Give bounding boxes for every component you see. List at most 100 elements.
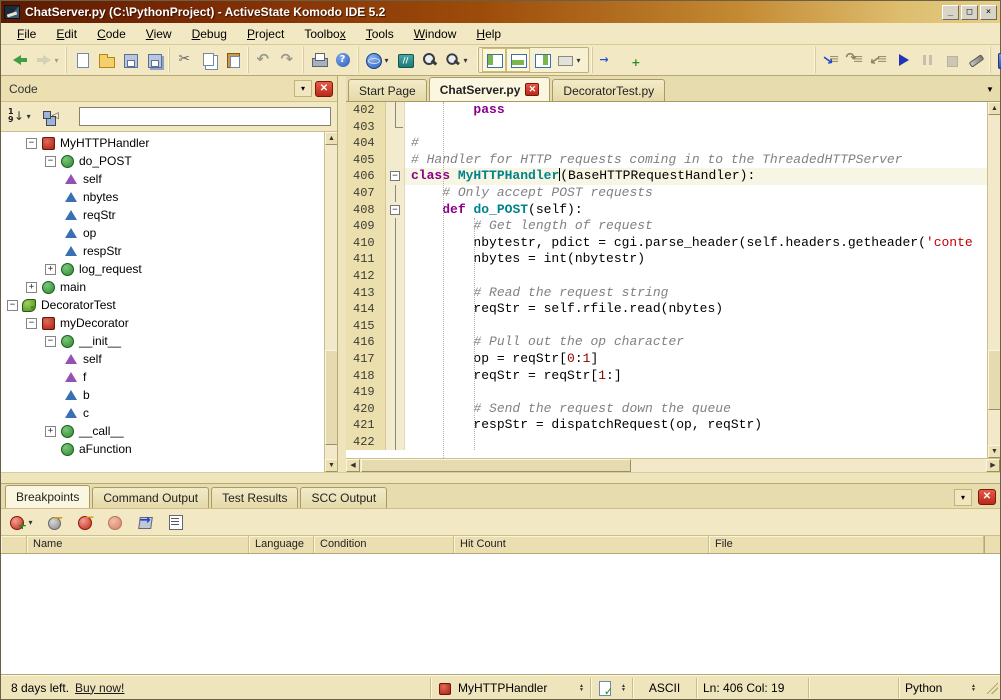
bp-goto-button[interactable] bbox=[133, 510, 157, 534]
current-symbol-selector[interactable]: MyHTTPHandler ▲▼ bbox=[430, 678, 590, 698]
fold-margin[interactable] bbox=[386, 285, 405, 302]
menu-item-debug[interactable]: Debug bbox=[182, 24, 237, 44]
tree-item-nbytes[interactable]: nbytes bbox=[1, 188, 324, 206]
line-number[interactable]: 416 bbox=[346, 334, 386, 351]
tree-item-self[interactable]: self bbox=[1, 170, 324, 188]
tab-scc-output[interactable]: SCC Output bbox=[300, 487, 387, 508]
panel-close-icon[interactable]: ✕ bbox=[978, 489, 996, 505]
syntax-spinner-icon[interactable]: ▲▼ bbox=[621, 684, 626, 692]
fold-margin[interactable] bbox=[386, 135, 405, 152]
step-out-button[interactable] bbox=[867, 48, 891, 72]
pane-left-button[interactable] bbox=[482, 48, 506, 72]
menu-item-project[interactable]: Project bbox=[237, 24, 294, 44]
fold-margin[interactable] bbox=[386, 334, 405, 351]
tree-expander-icon[interactable]: + bbox=[45, 426, 56, 437]
panel-menu-dropdown[interactable]: ▾ bbox=[294, 80, 312, 97]
line-number[interactable]: 405 bbox=[346, 152, 386, 169]
find-button[interactable] bbox=[417, 48, 441, 72]
tab-breakpoints[interactable]: Breakpoints bbox=[5, 485, 90, 508]
scc-diff-button[interactable] bbox=[668, 48, 692, 72]
scc-delete-button[interactable] bbox=[692, 48, 716, 72]
fold-margin[interactable] bbox=[386, 434, 405, 451]
tree-item-decoratortest[interactable]: −DecoratorTest bbox=[1, 296, 324, 314]
fold-margin[interactable] bbox=[386, 185, 405, 202]
save-all-button[interactable] bbox=[142, 48, 166, 72]
tree-item-dopost[interactable]: −do_POST bbox=[1, 152, 324, 170]
bp-delete-button[interactable] bbox=[73, 510, 97, 534]
vertical-splitter[interactable] bbox=[338, 76, 346, 472]
tab-start-page[interactable]: Start Page bbox=[348, 79, 427, 101]
back-button[interactable] bbox=[8, 48, 32, 72]
scroll-right-icon[interactable]: ▶ bbox=[986, 459, 1000, 472]
menu-item-view[interactable]: View bbox=[136, 24, 182, 44]
language-selector[interactable]: Python ▲▼ bbox=[898, 678, 982, 698]
fold-margin[interactable] bbox=[386, 301, 405, 318]
dropdown-arrow-icon[interactable]: ▾ bbox=[27, 518, 34, 527]
scroll-up-icon[interactable]: ▲ bbox=[325, 132, 337, 145]
sort-order-button[interactable]: 9▾ bbox=[7, 105, 33, 129]
fold-margin[interactable]: − bbox=[386, 168, 405, 185]
code-browser-button[interactable] bbox=[393, 48, 417, 72]
line-number[interactable]: 403 bbox=[346, 119, 386, 136]
tab-command-output[interactable]: Command Output bbox=[92, 487, 209, 508]
column-header-hit-count[interactable]: Hit Count bbox=[454, 536, 709, 553]
tab-test-results[interactable]: Test Results bbox=[211, 487, 298, 508]
line-number[interactable]: 420 bbox=[346, 401, 386, 418]
tree-expander-icon[interactable]: − bbox=[26, 318, 37, 329]
dropdown-arrow-icon[interactable]: ▾ bbox=[462, 56, 469, 65]
fold-margin[interactable] bbox=[386, 235, 405, 252]
maximize-button[interactable]: □ bbox=[961, 5, 978, 20]
syntax-check-selector[interactable]: ▲▼ bbox=[590, 678, 632, 698]
undo-button[interactable] bbox=[252, 48, 276, 72]
save-button[interactable] bbox=[118, 48, 142, 72]
bp-delete-all-button[interactable] bbox=[103, 510, 127, 534]
resize-grip[interactable] bbox=[986, 682, 998, 694]
tree-item-reqstr[interactable]: reqStr bbox=[1, 206, 324, 224]
copy-button[interactable] bbox=[197, 48, 221, 72]
editor-vscroll-thumb[interactable] bbox=[988, 350, 1000, 410]
code-editor[interactable]: 402 pass403404#405# Handler for HTTP req… bbox=[346, 102, 987, 458]
fold-margin[interactable] bbox=[386, 268, 405, 285]
fold-margin[interactable] bbox=[386, 152, 405, 169]
fold-collapse-icon[interactable]: − bbox=[390, 171, 400, 181]
bp-new-button[interactable]: ▾ bbox=[6, 510, 37, 534]
editor-hscroll-thumb[interactable] bbox=[361, 459, 631, 472]
tree-item-call[interactable]: +__call__ bbox=[1, 422, 324, 440]
editor-vscrollbar[interactable]: ▲ ▼ bbox=[987, 102, 1000, 458]
line-number[interactable]: 402 bbox=[346, 102, 386, 119]
line-number[interactable]: 418 bbox=[346, 368, 386, 385]
editor-hscrollbar[interactable]: ◀ ▶ bbox=[346, 458, 1000, 472]
line-number[interactable]: 419 bbox=[346, 384, 386, 401]
scroll-down-icon[interactable]: ▼ bbox=[988, 445, 1000, 458]
line-number[interactable]: 413 bbox=[346, 285, 386, 302]
tree-scrollbar[interactable]: ▲ ▼ bbox=[324, 132, 337, 472]
line-number[interactable]: 409 bbox=[346, 218, 386, 235]
stop-button[interactable] bbox=[939, 48, 963, 72]
line-number[interactable]: 406 bbox=[346, 168, 386, 185]
open-button[interactable] bbox=[94, 48, 118, 72]
column-header-file[interactable]: File bbox=[709, 536, 984, 553]
line-number[interactable]: 412 bbox=[346, 268, 386, 285]
pane-bottom-button[interactable] bbox=[506, 48, 530, 72]
forward-button[interactable]: ▾ bbox=[32, 48, 63, 72]
line-number[interactable]: 407 bbox=[346, 185, 386, 202]
help-button[interactable] bbox=[331, 48, 355, 72]
line-number[interactable]: 404 bbox=[346, 135, 386, 152]
tree-expander-icon[interactable]: − bbox=[45, 156, 56, 167]
panel-close-icon[interactable]: ✕ bbox=[315, 81, 333, 97]
symbol-spinner-icon[interactable]: ▲▼ bbox=[579, 684, 584, 692]
menu-item-help[interactable]: Help bbox=[466, 24, 511, 44]
dropdown-arrow-icon[interactable]: ▾ bbox=[383, 56, 390, 65]
minimize-button[interactable]: _ bbox=[942, 5, 959, 20]
fold-margin[interactable] bbox=[386, 384, 405, 401]
tree-expander-icon[interactable]: − bbox=[45, 336, 56, 347]
fold-collapse-icon[interactable]: − bbox=[390, 205, 400, 215]
paste-button[interactable] bbox=[221, 48, 245, 72]
column-header-name[interactable]: Name bbox=[27, 536, 249, 553]
pause-button[interactable] bbox=[915, 48, 939, 72]
new-file-button[interactable] bbox=[70, 48, 94, 72]
bp-disable-all-button[interactable] bbox=[43, 510, 67, 534]
find-files-button[interactable]: ▾ bbox=[441, 48, 472, 72]
scroll-left-icon[interactable]: ◀ bbox=[346, 459, 360, 472]
tree-item-self[interactable]: self bbox=[1, 350, 324, 368]
